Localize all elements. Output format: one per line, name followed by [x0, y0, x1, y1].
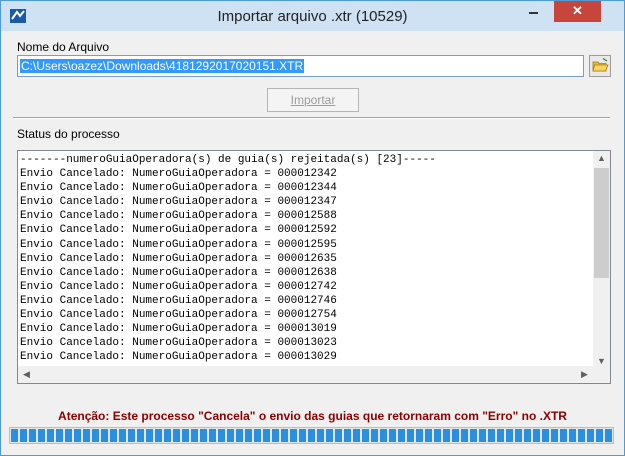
log-line: Envio Cancelado: NumeroGuiaOperadora = 0…	[20, 252, 337, 265]
minimize-button[interactable]	[520, 1, 547, 21]
log-line: Envio Cancelado: NumeroGuiaOperadora = 0…	[20, 182, 337, 195]
log-line: Envio Cancelado: NumeroGuiaOperadora = 0…	[20, 351, 337, 364]
log-line: Envio Cancelado: NumeroGuiaOperadora = 0…	[20, 309, 337, 322]
log-line: Envio Cancelado: NumeroGuiaOperadora = 0…	[20, 210, 337, 223]
log-line: Envio Cancelado: NumeroGuiaOperadora = 0…	[20, 280, 337, 293]
import-dialog-window: Importar arquivo .xtr (10529) ✕ Nome do …	[0, 0, 625, 456]
scroll-left-icon[interactable]: ◀	[18, 369, 35, 380]
vertical-scroll-thumb[interactable]	[594, 168, 609, 278]
import-button[interactable]: Importar	[267, 88, 359, 112]
close-button[interactable]: ✕	[554, 1, 601, 22]
separator-line	[13, 117, 610, 119]
file-path-input[interactable]: C:\Users\oazez\Downloads\418129201702015…	[17, 55, 584, 77]
title-bar[interactable]: Importar arquivo .xtr (10529) ✕	[1, 1, 624, 31]
log-line: Envio Cancelado: NumeroGuiaOperadora = 0…	[20, 266, 337, 279]
scroll-up-icon[interactable]: ▲	[593, 153, 610, 163]
log-line: Envio Cancelado: NumeroGuiaOperadora = 0…	[20, 323, 337, 336]
scroll-right-icon[interactable]: ▶	[576, 369, 593, 380]
browse-file-button[interactable]	[589, 55, 611, 77]
log-line: Envio Cancelado: NumeroGuiaOperadora = 0…	[20, 224, 337, 237]
open-folder-icon	[592, 57, 609, 72]
log-line: Envio Cancelado: NumeroGuiaOperadora = 0…	[20, 238, 337, 251]
progress-bar	[9, 427, 614, 444]
file-path-value: C:\Users\oazez\Downloads\418129201702015…	[20, 59, 305, 73]
vertical-scrollbar[interactable]: ▲ ▼	[593, 151, 610, 368]
scroll-down-icon[interactable]: ▼	[593, 356, 610, 366]
log-line: -------numeroGuiaOperadora(s) de guia(s)…	[20, 154, 436, 166]
log-line: Envio Cancelado: NumeroGuiaOperadora = 0…	[20, 168, 337, 181]
import-button-label: Importar	[290, 93, 336, 107]
log-line: Envio Cancelado: NumeroGuiaOperadora = 0…	[20, 196, 337, 209]
close-icon: ✕	[572, 3, 583, 18]
scroll-corner	[593, 366, 610, 383]
horizontal-scrollbar[interactable]: ◀ ▶	[18, 366, 593, 383]
status-label: Status do processo	[17, 127, 120, 141]
warning-message: Atenção: Este processo "Cancela" o envio…	[58, 409, 567, 423]
file-name-label: Nome do Arquivo	[17, 40, 110, 54]
status-log-textarea[interactable]: -------numeroGuiaOperadora(s) de guia(s)…	[17, 150, 611, 384]
progress-fill	[11, 429, 612, 442]
status-log-lines: -------numeroGuiaOperadora(s) de guia(s)…	[20, 153, 436, 364]
log-line: Envio Cancelado: NumeroGuiaOperadora = 0…	[20, 294, 337, 307]
log-line: Envio Cancelado: NumeroGuiaOperadora = 0…	[20, 337, 337, 350]
